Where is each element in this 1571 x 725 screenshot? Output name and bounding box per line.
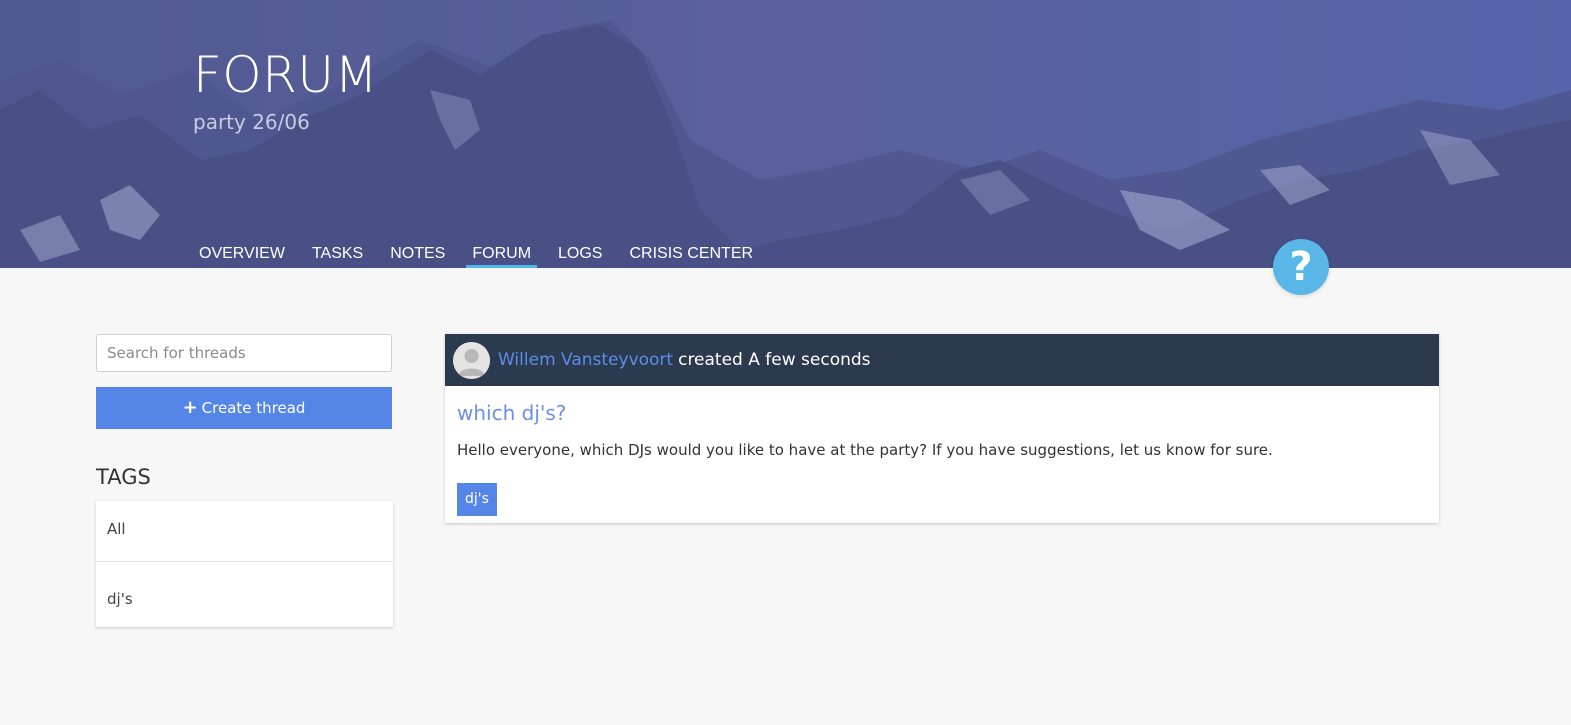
page-title: FORUM bbox=[193, 46, 379, 104]
search-threads-input[interactable] bbox=[96, 334, 392, 372]
nav-item-tasks[interactable]: TASKS bbox=[306, 242, 369, 268]
tags-list: All dj's bbox=[96, 501, 393, 627]
mountain-background-image bbox=[0, 0, 1571, 268]
thread-title[interactable]: which dj's? bbox=[457, 401, 566, 425]
tags-heading: TAGS bbox=[96, 465, 151, 489]
thread-body: Hello everyone, which DJs would you like… bbox=[457, 441, 1273, 459]
tag-item-djs[interactable]: dj's bbox=[96, 561, 393, 627]
user-silhouette-icon bbox=[453, 341, 490, 379]
create-thread-button[interactable]: + Create thread bbox=[96, 387, 392, 429]
thread-tag-badge[interactable]: dj's bbox=[457, 483, 497, 516]
plus-icon: + bbox=[182, 397, 198, 418]
nav-item-forum[interactable]: FORUM bbox=[466, 242, 538, 268]
thread-author-link[interactable]: Willem Vansteyvoort bbox=[498, 350, 673, 370]
create-thread-label: Create thread bbox=[201, 399, 306, 417]
avatar bbox=[453, 341, 490, 379]
nav-item-notes[interactable]: NOTES bbox=[384, 242, 451, 268]
main-nav: OVERVIEW TASKS NOTES FORUM LOGS CRISIS C… bbox=[193, 242, 774, 268]
help-button[interactable]: ? bbox=[1273, 239, 1329, 295]
question-mark-icon: ? bbox=[1289, 244, 1313, 290]
nav-item-crisis-center[interactable]: CRISIS CENTER bbox=[623, 242, 759, 268]
hero-banner: FORUM party 26/06 OVERVIEW TASKS NOTES F… bbox=[0, 0, 1571, 268]
thread-created-text: created A few seconds bbox=[678, 350, 871, 370]
thread-header: Willem Vansteyvoort created A few second… bbox=[445, 334, 1439, 386]
nav-item-logs[interactable]: LOGS bbox=[552, 242, 608, 268]
nav-item-overview[interactable]: OVERVIEW bbox=[193, 242, 291, 268]
tag-item-all[interactable]: All bbox=[96, 501, 393, 561]
page-subtitle: party 26/06 bbox=[193, 110, 310, 134]
thread-card: Willem Vansteyvoort created A few second… bbox=[445, 334, 1439, 523]
